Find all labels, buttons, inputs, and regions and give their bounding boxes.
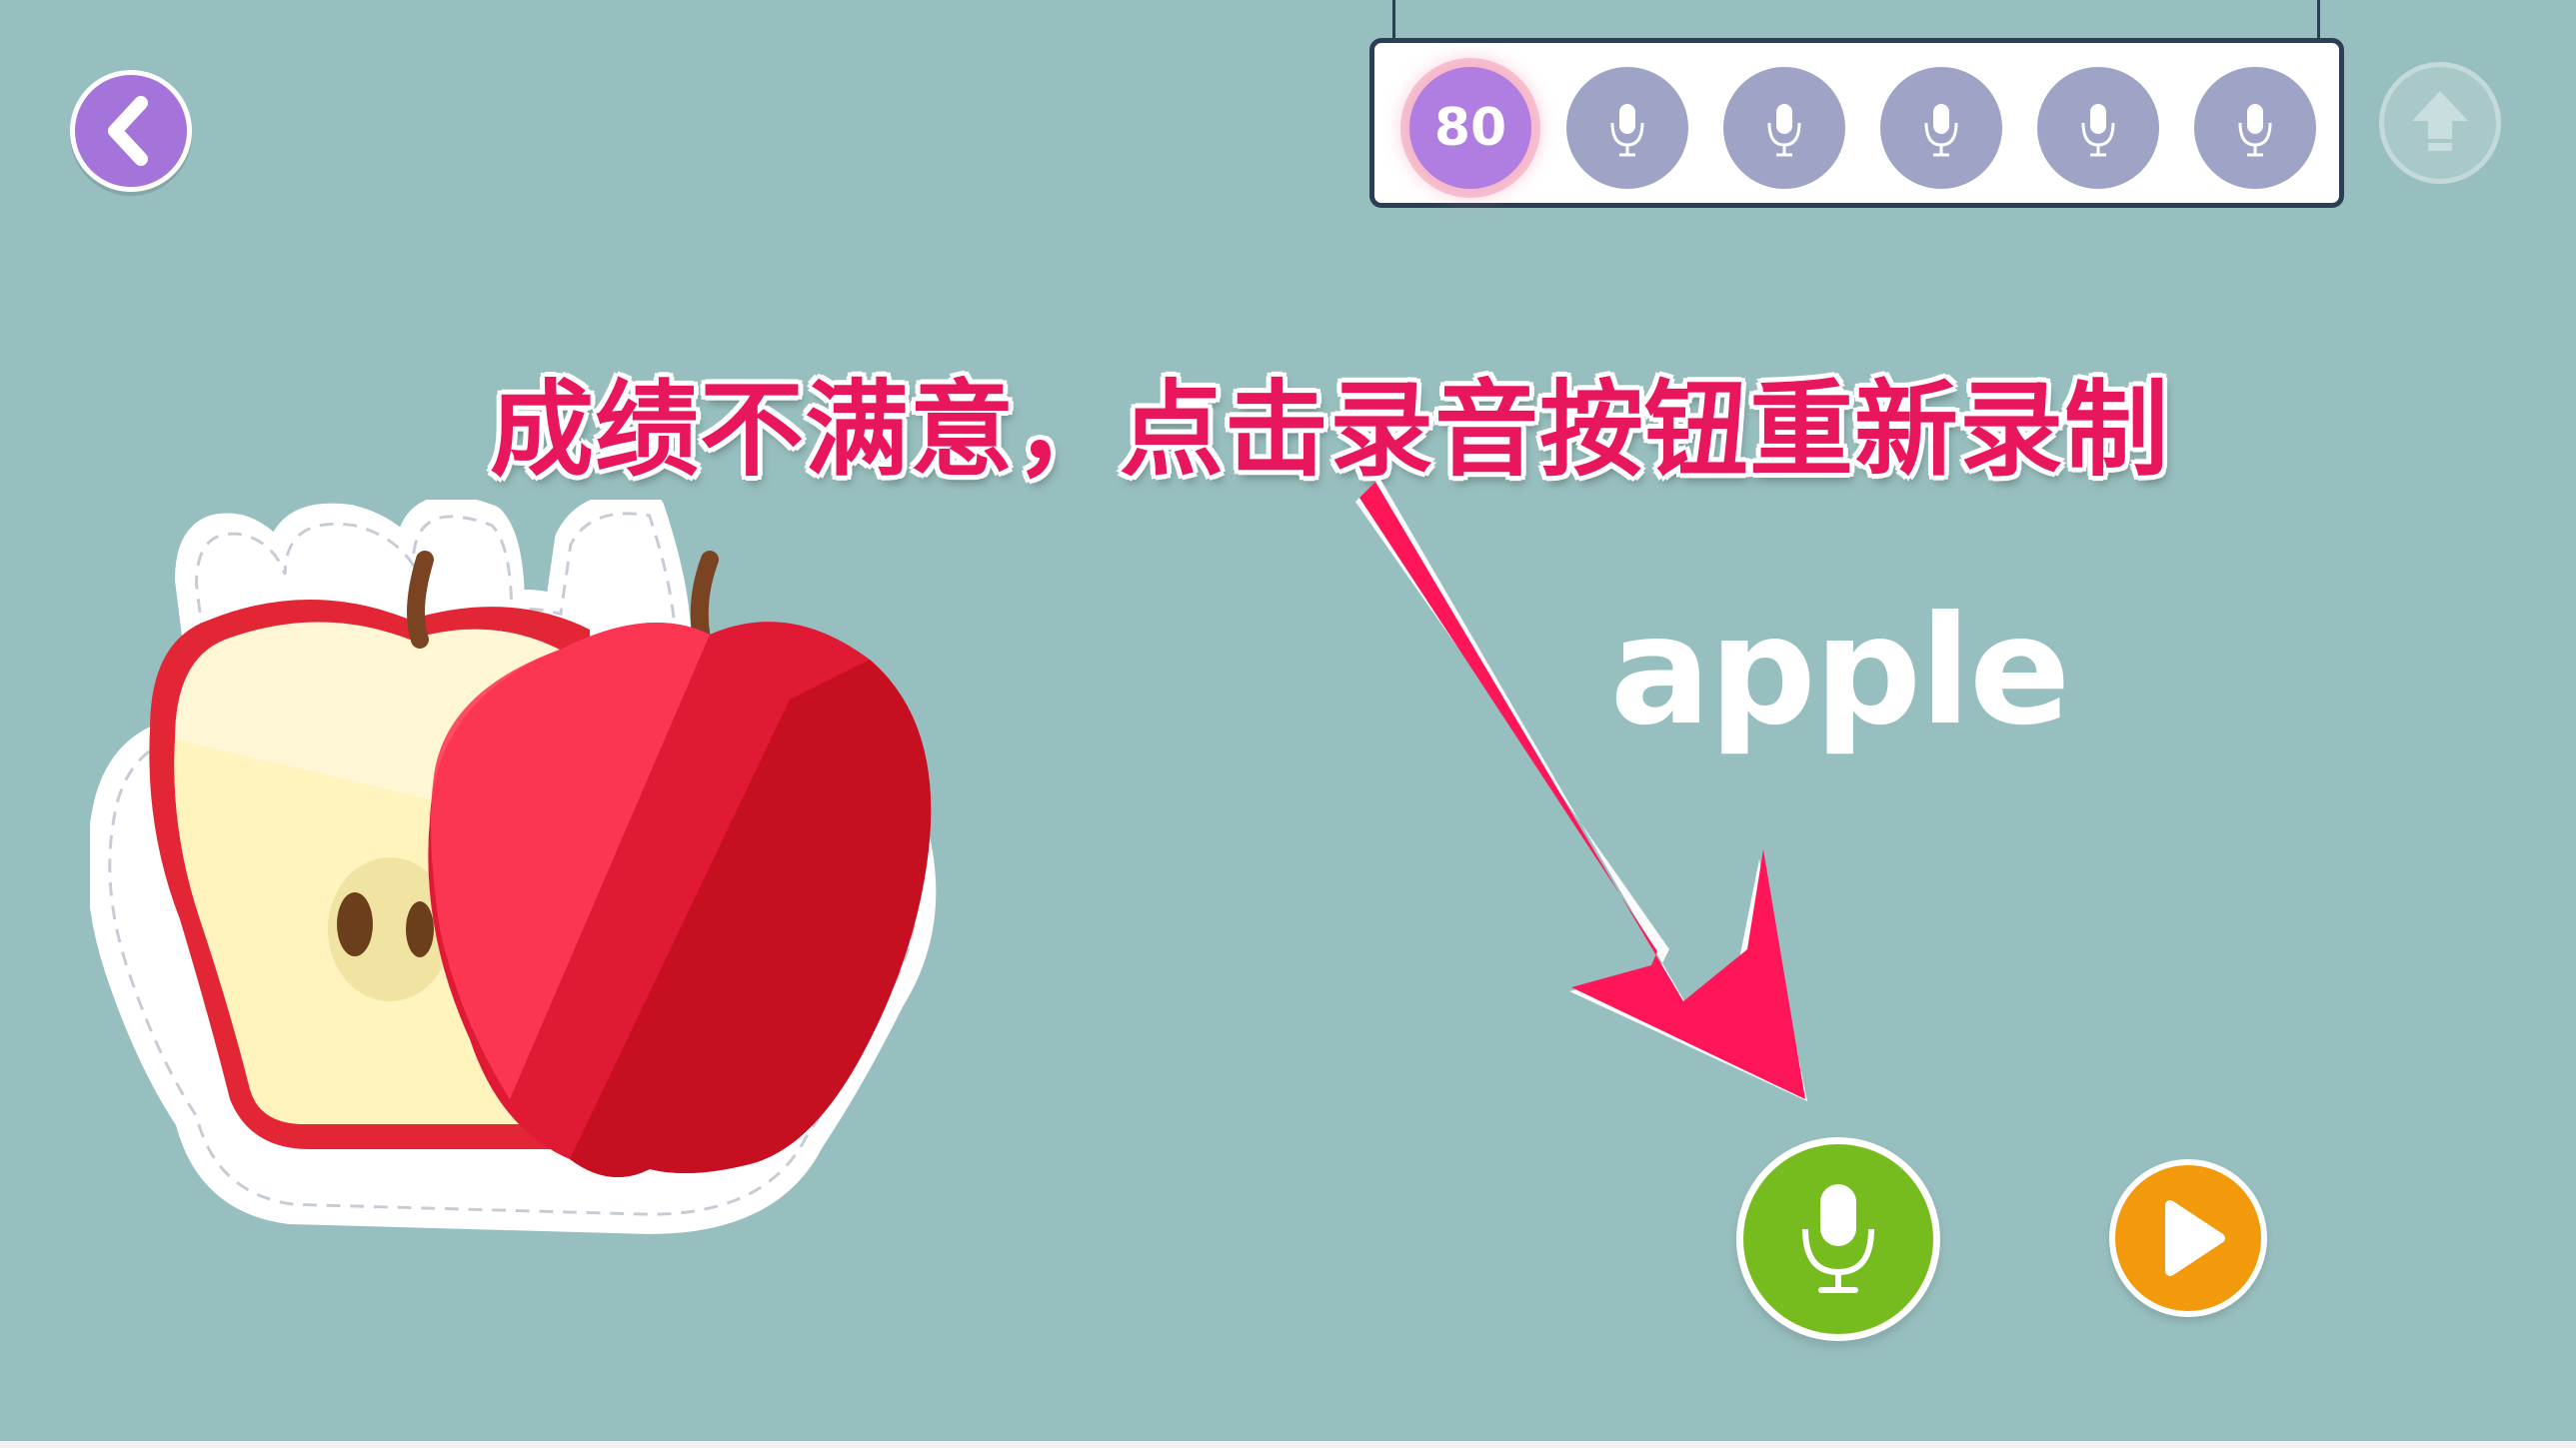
recording-slot[interactable] [1723, 67, 1845, 189]
upload-button[interactable] [2379, 62, 2501, 184]
mic-icon [1924, 104, 1958, 157]
score-slot[interactable]: 80 [1409, 67, 1531, 189]
apple-illustration [90, 500, 937, 1234]
recording-slot[interactable] [2194, 67, 2316, 189]
mic-icon [2238, 104, 2272, 157]
panel-hanger-left [1392, 0, 1395, 40]
bottom-edge [0, 1441, 2576, 1448]
panel-hanger-right [2317, 0, 2320, 40]
recording-slots-panel: 80 [1369, 38, 2344, 208]
instruction-annotation: 成绩不满意，点击录音按钮重新录制 [489, 369, 2169, 491]
mic-icon [1802, 1184, 1874, 1293]
recording-slot[interactable] [2037, 67, 2159, 189]
mic-icon [1610, 104, 1644, 157]
mic-icon [2081, 104, 2115, 157]
play-icon [2165, 1200, 2225, 1276]
word-label: apple [1609, 585, 2070, 758]
play-button[interactable] [2109, 1159, 2267, 1317]
score-value: 80 [1433, 98, 1507, 158]
back-button[interactable] [70, 70, 192, 192]
record-button[interactable] [1736, 1137, 1940, 1341]
recording-slot[interactable] [1880, 67, 2002, 189]
chevron-left-icon [108, 96, 148, 166]
arrow-up-icon [2412, 91, 2468, 151]
recording-slot[interactable] [1566, 67, 1688, 189]
mic-icon [1767, 104, 1801, 157]
